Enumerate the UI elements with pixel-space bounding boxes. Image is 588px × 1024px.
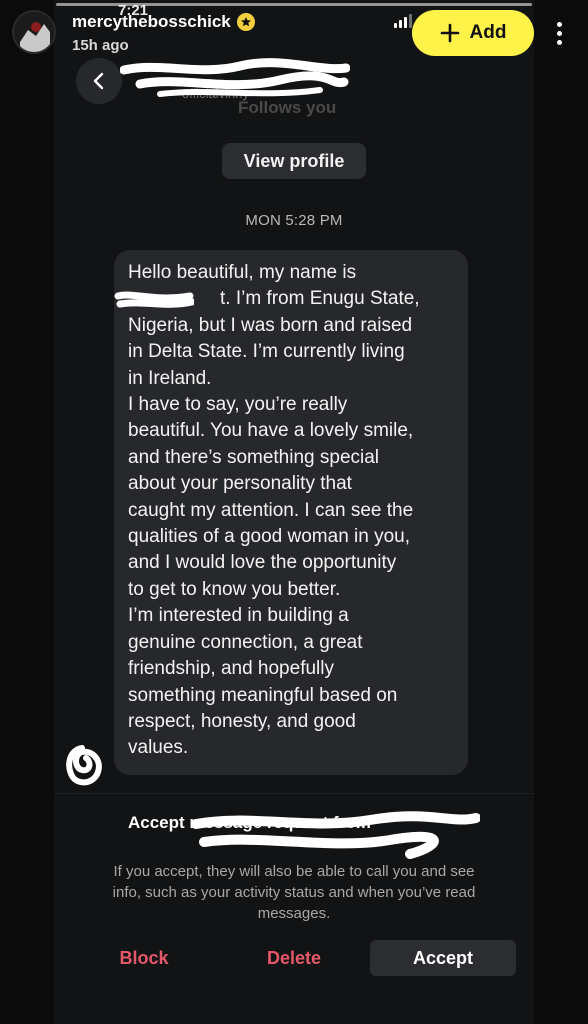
username-row[interactable]: mercythebosschick bbox=[72, 12, 255, 32]
add-button[interactable]: Add bbox=[412, 10, 534, 56]
delete-button[interactable]: Delete bbox=[242, 941, 346, 975]
redaction-scribble-top bbox=[120, 58, 350, 97]
message-line: Nigeria, but I was born and raised bbox=[128, 314, 413, 336]
accept-button[interactable]: Accept bbox=[370, 940, 516, 976]
message-timestamp: MON 5:28 PM bbox=[245, 212, 343, 229]
message-line: caught my attention. I can see the bbox=[128, 499, 414, 521]
back-button[interactable] bbox=[76, 58, 122, 104]
divider bbox=[54, 793, 534, 794]
message-line: beautiful. You have a lovely smile, bbox=[128, 420, 414, 442]
message-line: respect, honesty, and good bbox=[128, 710, 356, 732]
signal-icon bbox=[394, 14, 412, 28]
follows-you-text: Follows you bbox=[238, 98, 337, 117]
scribble-mark-icon bbox=[66, 745, 102, 786]
avatar[interactable] bbox=[12, 10, 56, 54]
message-line: to get to know you better. bbox=[128, 578, 341, 600]
message-line: values. bbox=[128, 737, 189, 759]
message-line: Hello beautiful, my name is bbox=[128, 262, 357, 283]
more-options-icon[interactable] bbox=[544, 10, 574, 56]
post-time: 15h ago bbox=[72, 37, 129, 54]
message-line: and I would love the opportunity bbox=[128, 552, 397, 574]
message-line: and there’s something special bbox=[128, 446, 380, 468]
message-line: something meaningful based on bbox=[128, 684, 398, 706]
plus-icon bbox=[440, 23, 459, 43]
redaction-scribble-bottom bbox=[191, 811, 480, 859]
message-line: qualities of a good woman in you, bbox=[128, 526, 411, 548]
message-line: in Delta State. I’m currently living bbox=[128, 341, 405, 363]
message-bubble[interactable]: Hello beautiful, my name is t. I’m from … bbox=[114, 250, 468, 775]
redaction-scribble-name bbox=[114, 291, 194, 308]
username[interactable]: mercythebosschick bbox=[72, 12, 231, 32]
verified-badge-icon bbox=[236, 13, 255, 31]
block-button[interactable]: Block bbox=[94, 941, 194, 975]
view-profile-button[interactable]: View profile bbox=[222, 143, 366, 179]
message-line: friendship, and hopefully bbox=[128, 658, 334, 680]
message-line: genuine connection, a great bbox=[128, 631, 363, 653]
message-line: I’m interested in building a bbox=[128, 605, 349, 627]
message-line: I have to say, you’re really bbox=[128, 394, 348, 416]
accept-info-text: If you accept, they will also be able to… bbox=[112, 863, 476, 922]
message-line: about your personality that bbox=[128, 473, 352, 495]
message-line: in Ireland. bbox=[128, 367, 212, 389]
add-button-label: Add bbox=[469, 22, 507, 43]
chevron-left-icon bbox=[93, 72, 104, 90]
